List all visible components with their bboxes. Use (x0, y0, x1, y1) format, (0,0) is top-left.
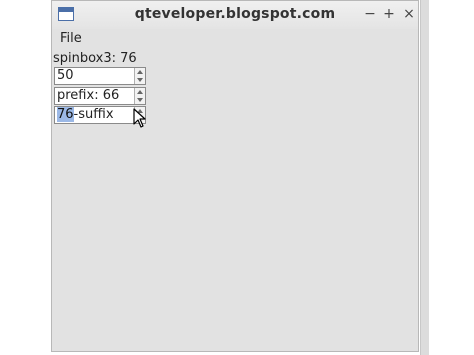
spinbox-1[interactable]: 50 (54, 67, 146, 85)
menu-file[interactable]: File (60, 31, 82, 46)
spinbox-1-down-arrow-icon[interactable] (137, 78, 143, 82)
title-bar[interactable]: qteveloper.blogspot.com − + × (52, 1, 418, 29)
minimize-button[interactable]: − (362, 5, 378, 23)
spinbox-2-up-arrow-icon[interactable] (137, 90, 143, 94)
maximize-button[interactable]: + (381, 5, 397, 23)
spinbox-1-value[interactable]: 50 (57, 68, 74, 84)
spinbox-2[interactable]: prefix: 66 (54, 87, 146, 105)
spinbox-2-value[interactable]: prefix: 66 (57, 88, 119, 104)
close-button[interactable]: × (401, 5, 417, 23)
spinbox-2-down-arrow-icon[interactable] (137, 98, 143, 102)
spinbox-3-selected-text: 76 (57, 107, 74, 122)
spinbox-3-suffix-text: -suffix (73, 107, 114, 122)
background-window-edge (420, 0, 429, 355)
spinbox-2-arrows[interactable] (134, 88, 145, 104)
app-window: qteveloper.blogspot.com − + × File spinb… (51, 0, 419, 352)
spinbox3-label: spinbox3: 76 (53, 51, 137, 66)
spinbox-1-arrows[interactable] (134, 68, 145, 84)
menu-bar: File (52, 29, 418, 49)
mouse-pointer-icon (133, 108, 146, 128)
spinbox-1-up-arrow-icon[interactable] (137, 70, 143, 74)
spinbox-3-value[interactable]: 76-suffix (57, 107, 114, 123)
